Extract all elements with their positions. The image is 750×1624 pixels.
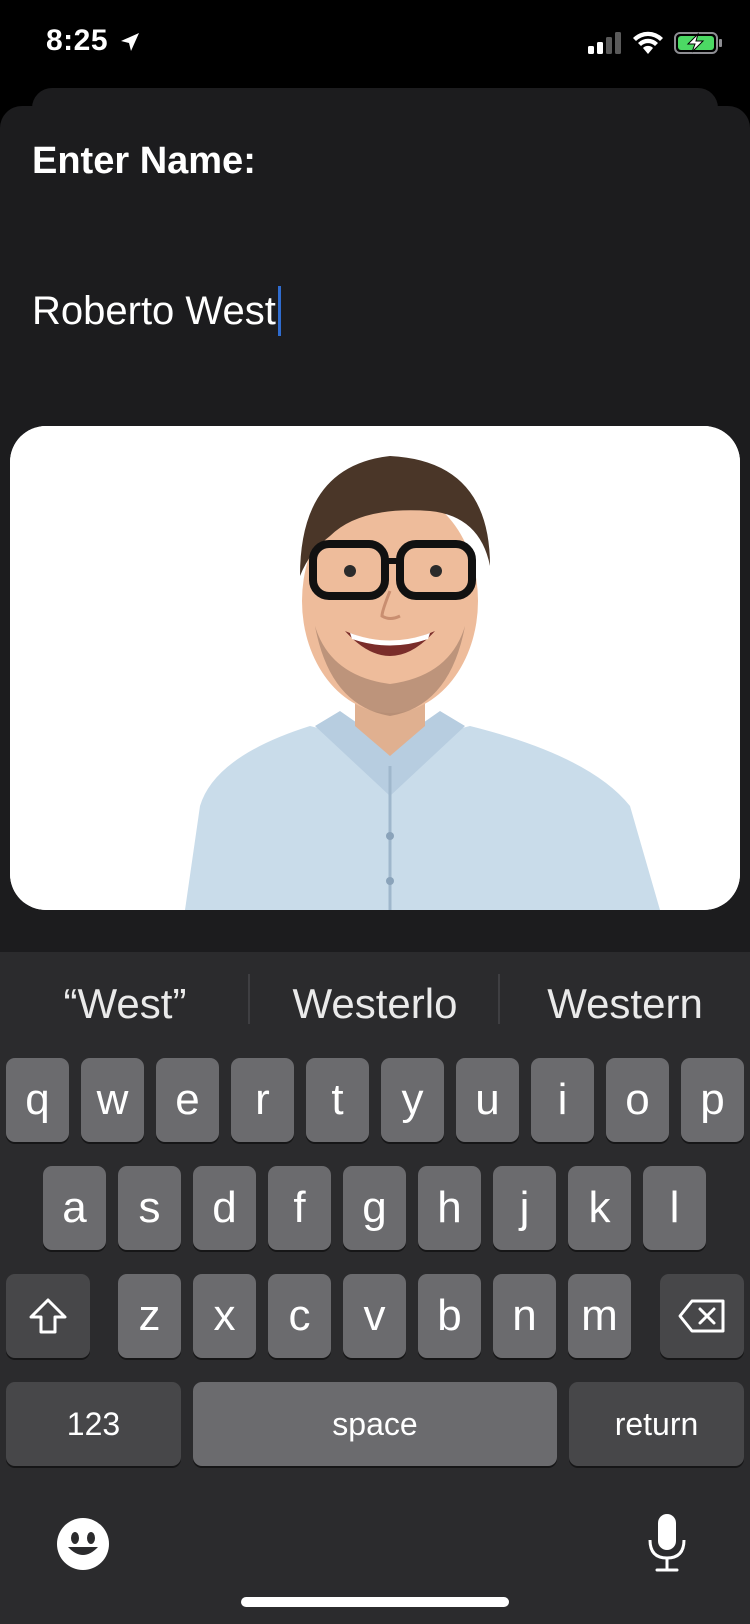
key-e[interactable]: e <box>156 1058 219 1142</box>
status-bar: 8:25 <box>0 0 750 90</box>
suggestion-bar: “West” Westerlo Western <box>0 952 750 1056</box>
emoji-icon[interactable] <box>56 1517 110 1571</box>
key-y[interactable]: y <box>381 1058 444 1142</box>
key-m[interactable]: m <box>568 1274 631 1358</box>
return-key[interactable]: return <box>569 1382 744 1466</box>
key-p[interactable]: p <box>681 1058 744 1142</box>
suggestion-item[interactable]: “West” <box>30 974 220 1034</box>
page-title: Enter Name: <box>32 140 256 182</box>
keyboard: “West” Westerlo Western q w e r t y u i … <box>0 952 750 1624</box>
key-w[interactable]: w <box>81 1058 144 1142</box>
key-r[interactable]: r <box>231 1058 294 1142</box>
key-l[interactable]: l <box>643 1166 706 1250</box>
name-input[interactable]: Roberto West <box>32 286 712 336</box>
key-x[interactable]: x <box>193 1274 256 1358</box>
key-s[interactable]: s <box>118 1166 181 1250</box>
key-i[interactable]: i <box>531 1058 594 1142</box>
key-z[interactable]: z <box>118 1274 181 1358</box>
shift-icon <box>29 1298 67 1334</box>
wifi-icon <box>633 31 663 54</box>
shift-key[interactable] <box>6 1274 90 1358</box>
key-u[interactable]: u <box>456 1058 519 1142</box>
battery-charging-icon <box>674 32 722 54</box>
key-k[interactable]: k <box>568 1166 631 1250</box>
suggestion-divider <box>248 974 250 1024</box>
backspace-key[interactable] <box>660 1274 744 1358</box>
key-j[interactable]: j <box>493 1166 556 1250</box>
key-f[interactable]: f <box>268 1166 331 1250</box>
key-t[interactable]: t <box>306 1058 369 1142</box>
suggestion-divider <box>498 974 500 1024</box>
key-a[interactable]: a <box>43 1166 106 1250</box>
microphone-icon[interactable] <box>646 1512 688 1574</box>
key-q[interactable]: q <box>6 1058 69 1142</box>
key-h[interactable]: h <box>418 1166 481 1250</box>
key-b[interactable]: b <box>418 1274 481 1358</box>
key-d[interactable]: d <box>193 1166 256 1250</box>
suggestion-item[interactable]: Western <box>520 974 730 1034</box>
key-o[interactable]: o <box>606 1058 669 1142</box>
key-v[interactable]: v <box>343 1274 406 1358</box>
key-c[interactable]: c <box>268 1274 331 1358</box>
text-caret <box>277 286 281 336</box>
key-g[interactable]: g <box>343 1166 406 1250</box>
suggestion-item[interactable]: Westerlo <box>270 974 480 1034</box>
backspace-icon <box>678 1299 725 1333</box>
location-arrow-icon <box>121 33 139 51</box>
profile-photo <box>10 426 740 910</box>
name-input-value: Roberto West <box>32 288 276 333</box>
space-key[interactable]: space <box>193 1382 557 1466</box>
cellular-signal-icon <box>588 32 621 54</box>
numbers-key[interactable]: 123 <box>6 1382 181 1466</box>
smiling-man-illustration <box>10 426 740 910</box>
key-n[interactable]: n <box>493 1274 556 1358</box>
status-time: 8:25 <box>46 24 109 57</box>
home-indicator <box>241 1597 509 1607</box>
